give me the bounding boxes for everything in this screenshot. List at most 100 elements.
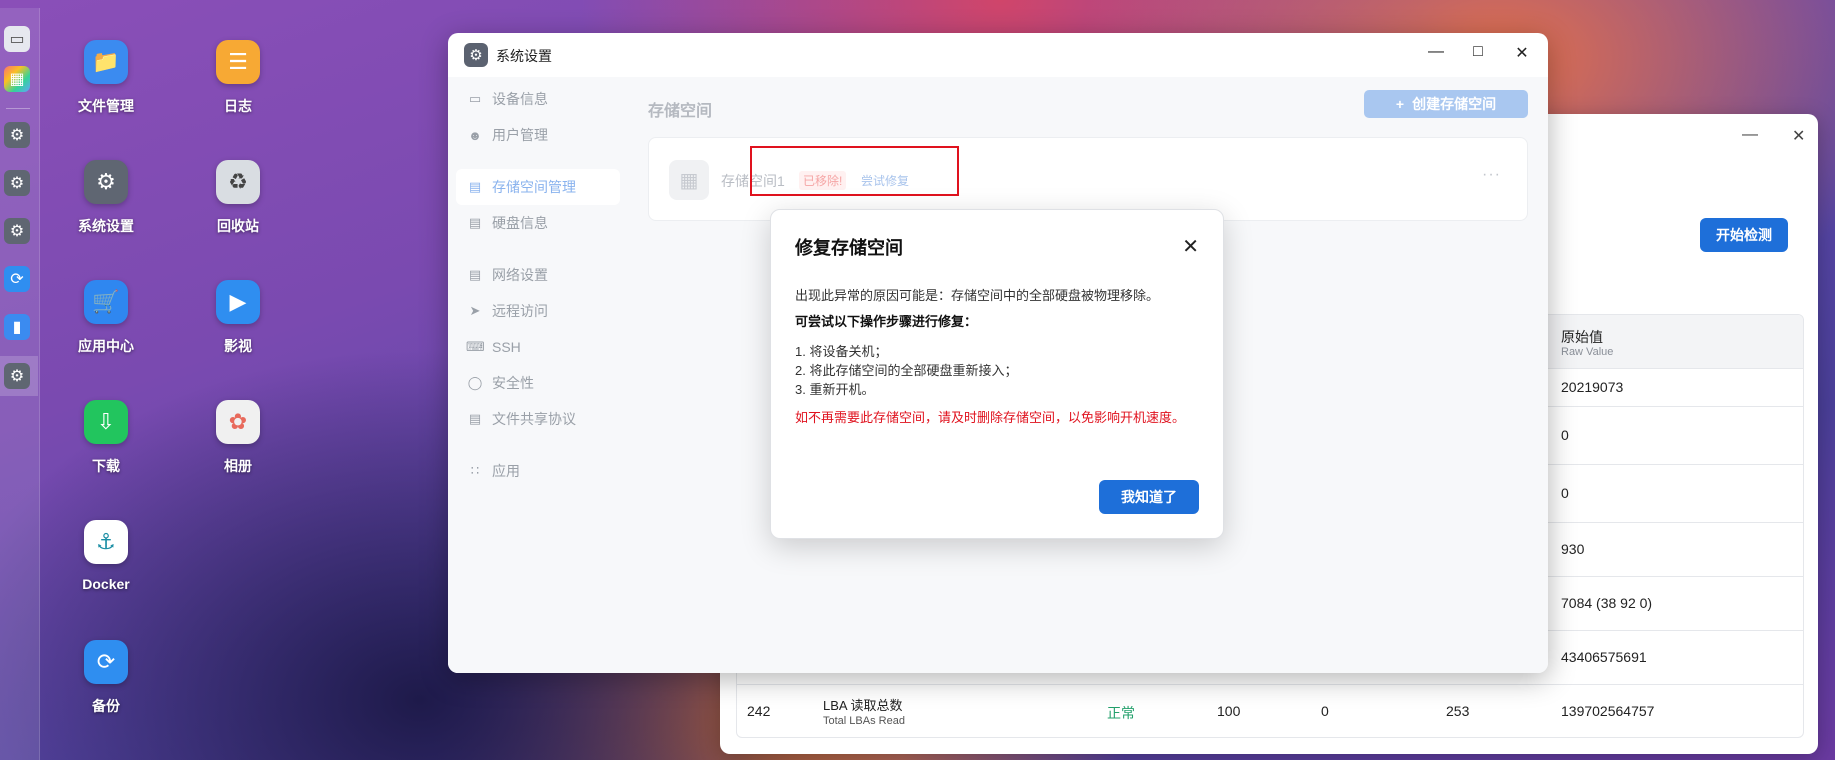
- raw-value-cell: 43406575691: [1561, 649, 1647, 665]
- attr-id-cell: 242: [747, 703, 771, 719]
- worst-cell: 0: [1321, 703, 1329, 719]
- dialog-warning-text: 如不再需要此存储空间，请及时删除存储空间，以免影响开机速度。: [795, 410, 1186, 425]
- gear-icon[interactable]: ⚙: [4, 218, 30, 244]
- close-icon[interactable]: ✕: [1792, 126, 1805, 146]
- desktop-icon-video[interactable]: ▶ 影视: [183, 280, 293, 356]
- raw-value-header: 原始值: [1561, 329, 1603, 345]
- window-title: 系统设置: [496, 48, 552, 64]
- sidebar-item-disk[interactable]: ▤ 硬盘信息: [456, 205, 620, 241]
- gear-icon: ⚙: [84, 160, 128, 204]
- recycle-icon: ♻: [216, 160, 260, 204]
- table-row: 242 LBA 读取总数 Total LBAs Read 正常 100 0 25…: [737, 685, 1803, 737]
- dialog-steps-heading: 可尝试以下操作步骤进行修复：: [795, 314, 978, 329]
- sidebar-item-device[interactable]: ▭ 设备信息: [456, 81, 620, 117]
- value-cell: 100: [1217, 703, 1241, 719]
- sidebar-item-users[interactable]: ☻ 用户管理: [456, 117, 620, 153]
- minimize-icon[interactable]: —: [1424, 43, 1448, 61]
- more-icon[interactable]: ···: [1482, 166, 1501, 184]
- sidebar-item-label: 硬盘信息: [492, 215, 548, 231]
- user-icon: ☻: [468, 127, 482, 143]
- status-cell: 正常: [1107, 705, 1135, 721]
- desktop-icon-backup[interactable]: ⟳ 备份: [51, 640, 161, 716]
- raw-value-cell: 0: [1561, 485, 1569, 501]
- desktop-icon-settings[interactable]: ⚙ 系统设置: [51, 160, 161, 236]
- desktop-icon-store[interactable]: 🛒 应用中心: [51, 280, 161, 356]
- desktop-icon-label: 系统设置: [78, 218, 134, 234]
- sidebar-item-label: 远程访问: [492, 303, 548, 319]
- gear-icon[interactable]: ⚙: [4, 363, 30, 389]
- apps-icon[interactable]: ▦: [4, 66, 30, 92]
- page-title: 存储空间: [648, 103, 713, 120]
- attr-name-cell: LBA 读取总数: [823, 698, 903, 713]
- share-icon: ▤: [468, 411, 482, 426]
- desktop-icon-files[interactable]: 📁 文件管理: [51, 40, 161, 116]
- gear-icon[interactable]: ⚙: [4, 170, 30, 196]
- create-storage-button[interactable]: + 创建存储空间: [1364, 90, 1528, 118]
- log-icon: ☰: [216, 40, 260, 84]
- sidebar-item-label: 网络设置: [492, 267, 548, 283]
- sidebar-item-network[interactable]: ▤ 网络设置: [456, 257, 620, 293]
- storage-icon: ▤: [468, 179, 482, 194]
- raw-value-cell: 7084 (38 92 0): [1561, 595, 1653, 611]
- sidebar-item-storage[interactable]: ▤ 存储空间管理: [456, 169, 620, 205]
- shield-icon: ◯: [467, 375, 483, 390]
- desktop-icon-label: 回收站: [217, 218, 259, 234]
- attr-name-en-cell: Total LBAs Read: [823, 715, 905, 727]
- download-icon: ⇩: [84, 400, 128, 444]
- settings-sidebar: ▭ 设备信息 ☻ 用户管理 ▤ 存储空间管理 ▤ 硬盘信息 ▤ 网络设置 ➤ 远…: [448, 77, 628, 673]
- monitor-icon[interactable]: ▭: [4, 26, 30, 52]
- docker-icon: ⚓: [84, 520, 128, 564]
- start-check-button[interactable]: 开始检测: [1700, 218, 1788, 252]
- folder-icon: 📁: [84, 40, 128, 84]
- raw-value-cell: 0: [1561, 427, 1569, 443]
- sync-icon[interactable]: ⟳: [4, 266, 30, 292]
- gear-icon: ⚙: [464, 43, 488, 67]
- desktop-icon-label: 日志: [224, 98, 252, 114]
- raw-value-header-en: Raw Value: [1561, 346, 1614, 358]
- window-titlebar[interactable]: ⚙ 系统设置 — □ ✕: [448, 33, 1548, 77]
- photos-icon: ✿: [216, 400, 260, 444]
- desktop-icon-download[interactable]: ⇩ 下载: [51, 400, 161, 476]
- desktop-icon-recycle[interactable]: ♻ 回收站: [183, 160, 293, 236]
- desktop-icon-docker[interactable]: ⚓ Docker: [51, 520, 161, 592]
- minimize-icon[interactable]: —: [1742, 126, 1758, 144]
- sidebar-item-ssh[interactable]: ⌨ SSH: [456, 329, 620, 365]
- highlight-box: [750, 146, 959, 196]
- desktop-icon-label: 应用中心: [78, 338, 134, 354]
- dialog-step: 2. 将此存储空间的全部硬盘重新接入；: [795, 363, 1018, 378]
- sidebar-item-remote[interactable]: ➤ 远程访问: [456, 293, 620, 329]
- folder-icon[interactable]: ▮: [4, 314, 30, 340]
- dialog-step: 3. 重新开机。: [795, 382, 875, 397]
- sidebar-item-label: 安全性: [492, 375, 534, 391]
- sidebar-item-label: 应用: [492, 463, 520, 479]
- storage-pool-icon: ▦: [669, 160, 709, 200]
- sidebar-item-label: 存储空间管理: [492, 179, 576, 195]
- sidebar-item-label: 用户管理: [492, 127, 548, 143]
- device-icon: ▭: [468, 91, 482, 106]
- desktop-icon-log[interactable]: ☰ 日志: [183, 40, 293, 116]
- acknowledge-button[interactable]: 我知道了: [1099, 480, 1199, 514]
- gear-icon[interactable]: ⚙: [4, 122, 30, 148]
- sidebar-item-label: SSH: [492, 339, 521, 355]
- sidebar-item-share[interactable]: ▤ 文件共享协议: [456, 401, 620, 437]
- desktop-icon-photos[interactable]: ✿ 相册: [183, 400, 293, 476]
- video-icon: ▶: [216, 280, 260, 324]
- disk-icon: ▤: [468, 215, 482, 230]
- desktop-icon-label: 下载: [92, 458, 120, 474]
- threshold-cell: 253: [1446, 703, 1470, 719]
- dialog-title: 修复存储空间: [795, 238, 903, 258]
- dialog-cause-text: 出现此异常的原因可能是：存储空间中的全部硬盘被物理移除。: [795, 288, 1160, 303]
- sidebar-item-security[interactable]: ◯ 安全性: [456, 365, 620, 401]
- close-icon[interactable]: ✕: [1510, 43, 1534, 63]
- remote-icon: ➤: [469, 303, 481, 318]
- backup-icon: ⟳: [84, 640, 128, 684]
- apps-icon: ∷: [470, 463, 480, 478]
- desktop-icon-label: Docker: [82, 576, 130, 592]
- sidebar-item-label: 文件共享协议: [492, 411, 576, 427]
- sidebar-item-apps[interactable]: ∷ 应用: [456, 453, 620, 489]
- desktop-icon-label: 相册: [224, 458, 252, 474]
- close-icon[interactable]: ✕: [1182, 234, 1199, 259]
- maximize-icon[interactable]: □: [1466, 43, 1490, 61]
- raw-value-cell: 20219073: [1561, 379, 1624, 395]
- dock-divider: [6, 108, 30, 109]
